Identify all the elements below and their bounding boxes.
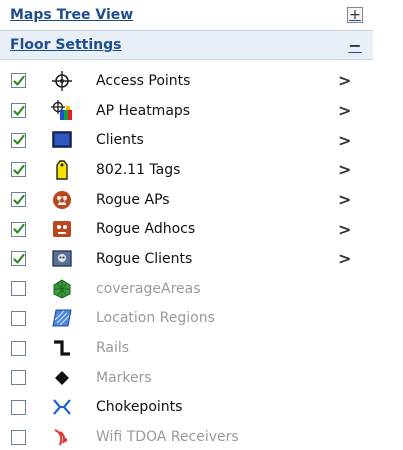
layer-row[interactable]: Rogue APs > xyxy=(0,185,373,215)
layer-checkbox[interactable] xyxy=(11,399,26,415)
layer-row[interactable]: Rogue Adhocs > xyxy=(0,214,373,244)
layer-row[interactable]: coverageAreas xyxy=(0,274,373,304)
layer-label: coverageAreas xyxy=(96,280,201,297)
heatmap-icon xyxy=(51,99,73,122)
layer-row[interactable]: Chokepoints xyxy=(0,393,373,423)
maps-tree-view-header[interactable]: Maps Tree View + xyxy=(0,0,373,30)
layer-checkbox[interactable] xyxy=(11,132,26,148)
layer-row[interactable]: 802.11 Tags > xyxy=(0,155,373,185)
access-point-icon xyxy=(51,70,73,92)
layer-checkbox[interactable] xyxy=(11,251,26,267)
coverage-area-icon xyxy=(51,278,73,300)
tag-icon xyxy=(51,159,73,181)
layer-checkbox[interactable] xyxy=(11,310,26,326)
layer-row[interactable]: Wifi TDOA Receivers xyxy=(0,422,373,450)
collapse-icon[interactable]: − xyxy=(347,36,363,55)
chevron-right-icon[interactable]: > xyxy=(338,71,351,90)
layer-label: Location Regions xyxy=(96,310,215,327)
layer-row[interactable]: AP Heatmaps > xyxy=(0,96,373,126)
layer-label: Access Points xyxy=(96,72,191,89)
chevron-right-icon[interactable]: > xyxy=(338,190,351,209)
client-icon xyxy=(51,129,73,151)
layer-list: Access Points > AP Heatmaps > Clients >802.11… xyxy=(0,66,373,450)
chokepoint-icon xyxy=(51,396,73,418)
rogue-ap-icon xyxy=(51,189,73,211)
wifi-tdoa-receiver-icon xyxy=(51,426,73,448)
layer-label: Rogue APs xyxy=(96,191,170,208)
chevron-right-icon[interactable]: > xyxy=(338,160,351,179)
maps-tree-view-title[interactable]: Maps Tree View xyxy=(10,7,133,23)
layer-checkbox[interactable] xyxy=(11,281,26,297)
expand-icon[interactable]: + xyxy=(347,7,363,23)
chevron-right-icon[interactable]: > xyxy=(338,101,351,120)
floor-settings-header[interactable]: Floor Settings − xyxy=(0,30,373,60)
rogue-client-icon xyxy=(51,248,73,270)
rail-icon xyxy=(51,337,73,359)
chevron-right-icon[interactable]: > xyxy=(338,249,351,268)
layer-label: Wifi TDOA Receivers xyxy=(96,429,239,446)
layer-checkbox[interactable] xyxy=(11,370,26,386)
layer-label: Rails xyxy=(96,340,130,357)
layer-row[interactable]: Rogue Clients > xyxy=(0,244,373,274)
layer-checkbox[interactable] xyxy=(11,162,26,178)
layer-row[interactable]: Rails xyxy=(0,333,373,363)
chevron-right-icon[interactable]: > xyxy=(338,220,351,239)
floor-settings-title[interactable]: Floor Settings xyxy=(10,37,121,53)
layer-label: Rogue Adhocs xyxy=(96,221,196,238)
layer-label: 802.11 Tags xyxy=(96,161,181,178)
marker-icon xyxy=(51,367,73,389)
layer-row[interactable]: Location Regions xyxy=(0,304,373,334)
layer-checkbox[interactable] xyxy=(11,192,26,208)
location-region-icon xyxy=(51,307,73,329)
layers-panel: Maps Tree View + Floor Settings − Access… xyxy=(0,0,373,450)
layer-row[interactable]: Access Points > xyxy=(0,66,373,96)
layer-label: Chokepoints xyxy=(96,399,183,416)
rogue-adhoc-icon xyxy=(51,218,73,240)
layer-checkbox[interactable] xyxy=(11,340,26,356)
layer-row[interactable]: Markers xyxy=(0,363,373,393)
layer-checkbox[interactable] xyxy=(11,221,26,237)
layer-checkbox[interactable] xyxy=(11,103,26,119)
layer-checkbox[interactable] xyxy=(11,429,26,445)
layer-row[interactable]: Clients > xyxy=(0,125,373,155)
layer-checkbox[interactable] xyxy=(11,73,26,89)
layer-label: Clients xyxy=(96,132,144,149)
chevron-right-icon[interactable]: > xyxy=(338,131,351,150)
layer-label: Markers xyxy=(96,369,152,386)
layer-label: Rogue Clients xyxy=(96,250,193,267)
layer-label: AP Heatmaps xyxy=(96,102,191,119)
